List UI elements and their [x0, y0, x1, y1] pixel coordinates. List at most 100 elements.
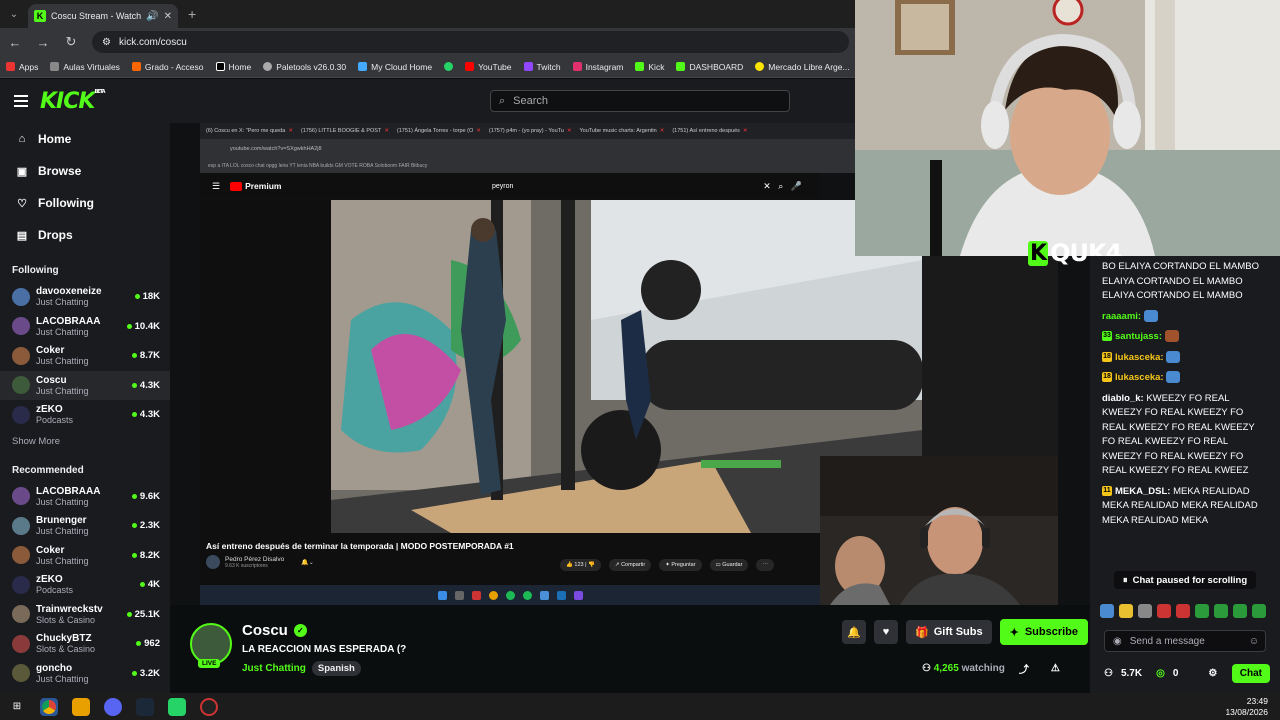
obs-icon[interactable]	[200, 697, 218, 716]
pause-icon: ⏸	[1122, 574, 1128, 586]
bookmark[interactable]: Apps	[6, 62, 38, 72]
emote-icon	[1166, 371, 1181, 384]
bookmark[interactable]: Grado - Acceso	[131, 62, 204, 72]
bookmark[interactable]	[444, 62, 454, 71]
chat-paused-banner[interactable]: ⏸ Chat paused for scrolling	[1114, 571, 1256, 589]
nav-browse[interactable]: ▣ Browse	[0, 155, 170, 187]
folder-icon	[131, 62, 141, 71]
bookmark[interactable]: Mercado Libre Arge...	[755, 62, 850, 72]
chat-username[interactable]: MEKA_DSL:	[1115, 486, 1170, 497]
windows-start-icon[interactable]: ⊞	[8, 698, 26, 716]
webcam-scene	[855, 0, 1280, 256]
tab-title: Coscu Stream - Watch Live	[51, 11, 142, 21]
chat-send-button[interactable]: Chat	[1231, 663, 1270, 683]
back-icon[interactable]: ←	[8, 35, 22, 50]
browser-tabbar: ⌄ K Coscu Stream - Watch Live 🔊 ✕ +	[0, 0, 855, 28]
bookmark[interactable]: Aulas Virtuales	[50, 62, 120, 72]
app-icon	[539, 590, 549, 600]
emote-icon[interactable]	[1233, 604, 1247, 618]
bookmark[interactable]: DASHBOARD	[676, 62, 743, 72]
nav-home[interactable]: ⌂ Home	[0, 123, 170, 155]
sidebar-channel[interactable]: Trainwreckstv Slots & Casino 25.1K	[0, 600, 170, 630]
new-tab-icon[interactable]: +	[188, 6, 196, 22]
channel-viewers: 4.3K	[131, 409, 160, 420]
emote-icon[interactable]	[1195, 604, 1209, 618]
sidebar-channel[interactable]: ChuckyBTZ Slots & Casino 962	[0, 629, 170, 659]
reload-icon[interactable]: ↻	[64, 34, 78, 50]
tab-list-icon[interactable]: ⌄	[0, 9, 28, 20]
channel-name: Coscu	[36, 374, 67, 386]
kick-logo[interactable]: KICKBETA	[40, 89, 106, 114]
streamer-name[interactable]: Coscu ✓	[242, 622, 307, 639]
bookmark[interactable]: Kick	[635, 62, 664, 72]
site-info-icon[interactable]: ⚙	[102, 37, 111, 48]
share-icon[interactable]: ⤴	[1019, 661, 1029, 676]
bookmark[interactable]: Home	[215, 62, 251, 72]
subscribe-button[interactable]: ✦ Subscribe	[999, 619, 1088, 645]
search-input[interactable]: ⌕ Search	[490, 90, 790, 112]
steam-icon[interactable]	[136, 697, 154, 716]
whatsapp-icon[interactable]	[168, 697, 186, 716]
emote-icon[interactable]	[1157, 604, 1171, 618]
emoji-icon[interactable]: ☺	[1249, 636, 1259, 647]
discord-icon[interactable]	[104, 697, 122, 716]
settings-icon[interactable]: ⚙	[1208, 668, 1217, 679]
report-icon[interactable]: ⚠	[1051, 663, 1060, 674]
sidebar-channel[interactable]: Brunenger Just Chatting 2.3K	[0, 511, 170, 541]
nav-following[interactable]: ♡ Following	[0, 187, 170, 219]
chat-message: 18 lukasceka:	[1090, 371, 1280, 386]
sub-badge-icon: 33	[1102, 331, 1112, 342]
yt-channel: Pedro Pérez Disalvo 9.63 K suscriptores 🔔…	[206, 555, 314, 569]
sidebar-channel[interactable]: Coker Just Chatting 8.7K	[0, 341, 170, 371]
chat-username[interactable]: diablo_k:	[1102, 393, 1144, 404]
chat-username[interactable]: lukasceka:	[1115, 372, 1164, 383]
chat-username[interactable]: lukasceka:	[1115, 352, 1164, 363]
heart-icon: ♡	[17, 197, 27, 210]
chrome-icon	[488, 590, 498, 600]
live-badge: LIVE	[198, 659, 221, 668]
emote-icon[interactable]	[1119, 604, 1133, 618]
stream-category[interactable]: Just Chatting	[242, 663, 306, 674]
language-tag[interactable]: Spanish	[311, 661, 361, 676]
url-field[interactable]: ⚙ kick.com/coscu	[92, 31, 849, 53]
bookmark[interactable]: Paletools v26.0.30	[263, 62, 346, 72]
bookmark[interactable]: Instagram	[572, 62, 623, 72]
grid-icon	[50, 62, 60, 71]
forward-icon[interactable]: →	[36, 35, 50, 50]
sidebar-channel[interactable]: Coker Just Chatting 8.2K	[0, 541, 170, 571]
browser-tab[interactable]: K Coscu Stream - Watch Live 🔊 ✕	[28, 4, 178, 28]
bookmark[interactable]: Twitch	[523, 62, 561, 72]
sidebar-channel[interactable]: LACOBRAAA Just Chatting 9.6K	[0, 482, 170, 512]
chat-username[interactable]: raaaami:	[1102, 311, 1141, 322]
chrome-icon[interactable]	[40, 697, 58, 716]
chat-username[interactable]: santujass:	[1115, 331, 1162, 342]
yt-bell-icon: 🔔⌄	[301, 559, 314, 566]
emote-icon[interactable]	[1100, 604, 1114, 618]
search-placeholder: Search	[513, 95, 549, 107]
follow-heart-icon[interactable]: ♥	[874, 620, 898, 644]
bookmark[interactable]: My Cloud Home	[358, 62, 432, 72]
sidebar-channel[interactable]: goncho Just Chatting 3.2K	[0, 659, 170, 689]
emote-icon[interactable]	[1138, 604, 1152, 618]
url-text: kick.com/coscu	[118, 36, 187, 48]
gift-subs-button[interactable]: 🎁 Gift Subs	[906, 620, 992, 644]
show-more-link[interactable]: Show More	[0, 430, 170, 451]
emote-icon[interactable]	[1252, 604, 1266, 618]
sidebar-channel[interactable]: davooxeneize Just Chatting 18K	[0, 282, 170, 312]
sidebar-channel[interactable]: zEKO Podcasts 4.3K	[0, 400, 170, 430]
notification-bell-icon[interactable]: 🔔	[842, 620, 866, 644]
chat-input[interactable]: ◉ Send a message ☺	[1104, 630, 1266, 652]
emote-icon[interactable]	[1176, 604, 1190, 618]
speaker-icon[interactable]: 🔊	[146, 11, 158, 22]
bookmark[interactable]: YouTube	[465, 62, 512, 72]
file-explorer-icon[interactable]	[72, 697, 90, 716]
emote-icon[interactable]	[1214, 604, 1228, 618]
sidebar-channel[interactable]: LACOBRAAA Just Chatting 10.4K	[0, 312, 170, 342]
spotify-icon	[505, 590, 515, 600]
nav-drops[interactable]: ▤ Drops	[0, 219, 170, 251]
sidebar-channel[interactable]: Coscu Just Chatting 4.3K	[0, 370, 170, 400]
chat-user-icon: ◉	[1113, 635, 1122, 647]
menu-icon[interactable]	[14, 92, 28, 110]
close-tab-icon[interactable]: ✕	[164, 11, 172, 22]
sidebar-channel[interactable]: zEKO Podcasts 4K	[0, 570, 170, 600]
